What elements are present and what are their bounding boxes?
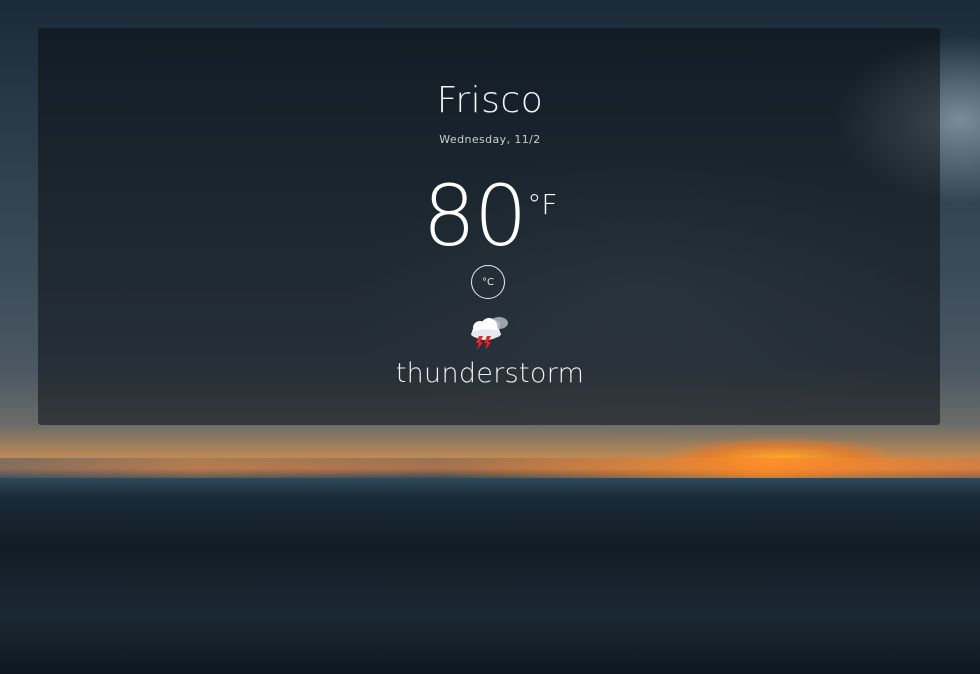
- unit-toggle-label: °C: [482, 276, 494, 288]
- temperature-value: 80: [422, 167, 528, 265]
- unit-toggle-button[interactable]: °C: [471, 265, 505, 299]
- current-date: Wednesday, 11/2: [439, 133, 541, 146]
- city-name: Frisco: [436, 80, 544, 121]
- thunderstorm-icon: [466, 314, 512, 354]
- weather-condition: thunderstorm: [395, 358, 585, 389]
- background-horizon: [0, 458, 980, 478]
- temperature-display: 80°F: [0, 168, 980, 264]
- temperature-unit: °F: [527, 188, 558, 221]
- background-sea: [0, 478, 980, 674]
